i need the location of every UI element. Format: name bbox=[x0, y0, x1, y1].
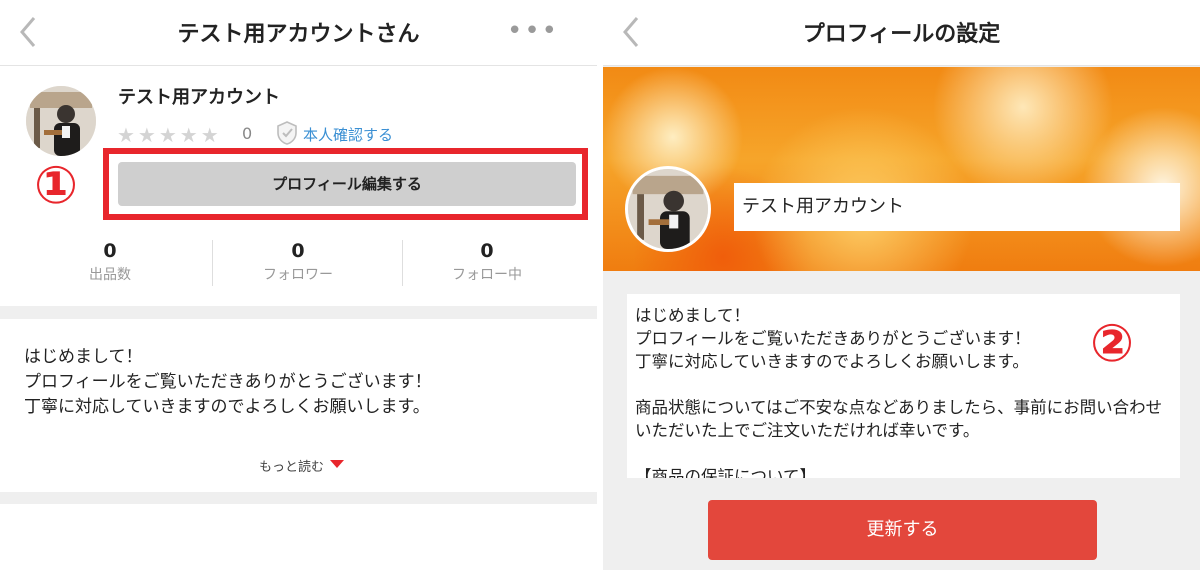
verified-shield-icon[interactable] bbox=[275, 120, 299, 146]
avatar-photo bbox=[26, 86, 96, 156]
profile-bio: はじめまして！ プロフィールをご覧いただきありがとうございます！ 丁寧に対応して… bbox=[24, 347, 432, 417]
verify-identity-link[interactable]: 本人確認する bbox=[303, 124, 393, 145]
avatar[interactable] bbox=[26, 86, 96, 156]
section-divider bbox=[0, 492, 597, 504]
avatar-editable[interactable] bbox=[625, 166, 711, 252]
section-divider bbox=[0, 306, 597, 319]
profile-header: テスト用アカウントさん ••• bbox=[0, 0, 597, 66]
settings-header: プロフィールの設定 bbox=[603, 0, 1200, 66]
caret-down-icon[interactable] bbox=[330, 460, 344, 468]
stat-label: フォロワー bbox=[263, 267, 333, 283]
read-more-link[interactable]: もっと読む bbox=[259, 456, 324, 475]
stat-following[interactable]: 0 フォロー中 bbox=[392, 240, 582, 284]
stat-label: 出品数 bbox=[89, 267, 131, 283]
name-input[interactable]: テスト用アカウント bbox=[734, 183, 1180, 231]
page-title: プロフィールの設定 bbox=[802, 22, 1001, 47]
username: テスト用アカウント bbox=[118, 87, 280, 108]
star-rating: ★★★★★ bbox=[117, 123, 222, 147]
stat-listings[interactable]: 0 出品数 bbox=[15, 240, 205, 284]
avatar-photo bbox=[628, 169, 708, 249]
profile-settings-panel: プロフィールの設定 テスト用アカウント はじめまして！ プロフィールをご覧いただ… bbox=[603, 0, 1200, 570]
profile-view-panel: テスト用アカウントさん ••• テスト用アカウント ★★★★★ 0 本人確認する… bbox=[0, 0, 597, 570]
rating-count: 0 bbox=[242, 124, 253, 143]
more-dots-icon[interactable]: ••• bbox=[507, 18, 559, 44]
callout-number-2: ② bbox=[1090, 314, 1135, 374]
stat-value: 0 bbox=[103, 240, 117, 262]
edit-profile-button[interactable]: プロフィール編集する bbox=[118, 162, 576, 206]
stat-followers[interactable]: 0 フォロワー bbox=[203, 240, 393, 284]
update-button[interactable]: 更新する bbox=[708, 500, 1097, 560]
stat-value: 0 bbox=[291, 240, 305, 262]
stat-label: フォロー中 bbox=[452, 267, 522, 283]
callout-number-1: ① bbox=[34, 156, 79, 216]
stat-value: 0 bbox=[480, 240, 494, 262]
